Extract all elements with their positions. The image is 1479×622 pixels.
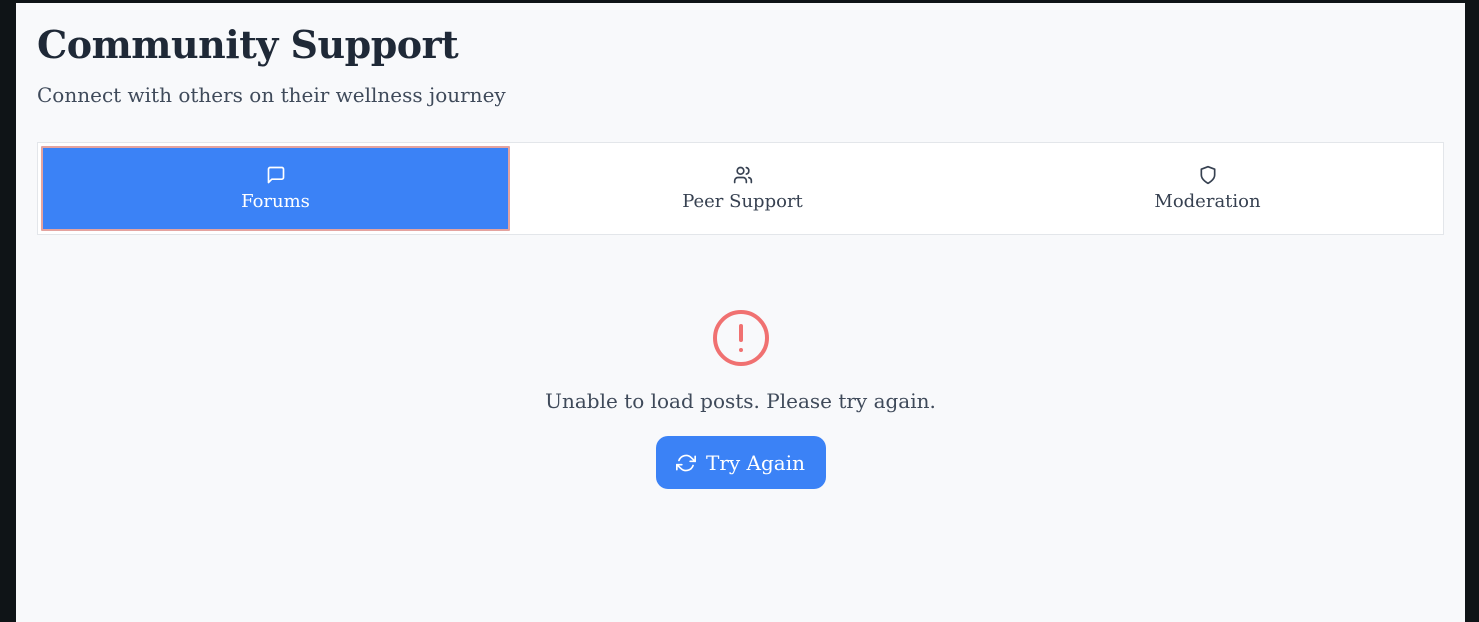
alert-circle-icon [711, 308, 771, 368]
refresh-icon [675, 453, 696, 473]
tab-label: Peer Support [682, 191, 803, 212]
tab-label: Moderation [1154, 191, 1261, 212]
tab-label: Forums [241, 191, 310, 212]
tab-peer-support[interactable]: Peer Support [510, 146, 975, 231]
tab-moderation[interactable]: Moderation [975, 146, 1440, 231]
message-square-icon [266, 165, 286, 185]
try-again-label: Try Again [705, 450, 805, 475]
page-subtitle: Connect with others on their wellness jo… [37, 83, 506, 107]
app-frame: Community Support Connect with others on… [16, 3, 1465, 622]
page-title: Community Support [37, 22, 459, 67]
tab-forums[interactable]: Forums [41, 146, 510, 231]
tab-bar: Forums Peer Support Moderation [37, 142, 1444, 235]
users-icon [733, 165, 753, 185]
shield-icon [1198, 165, 1218, 185]
error-message: Unable to load posts. Please try again. [545, 389, 936, 413]
try-again-button[interactable]: Try Again [655, 436, 826, 489]
error-state: Unable to load posts. Please try again. … [16, 308, 1465, 489]
